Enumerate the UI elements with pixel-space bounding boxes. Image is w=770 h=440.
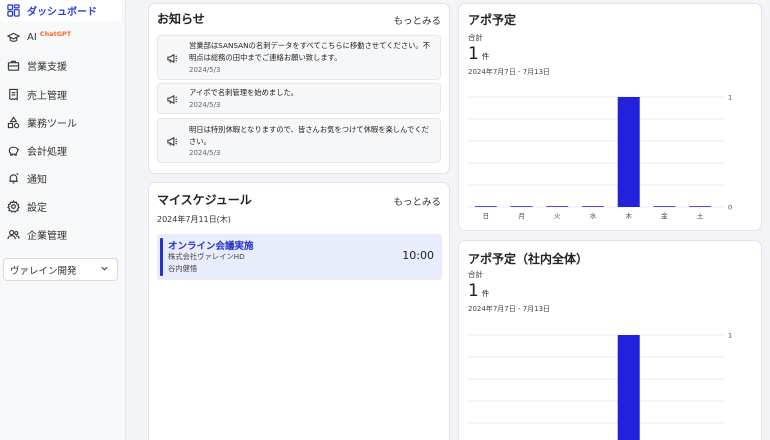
appo-card: アポ予定 合計 1件 2024年7月7日 - 7月13日 01日月火水木金土 <box>458 3 762 231</box>
company-select-value: ヴァレイン開発 <box>10 265 77 277</box>
bell-icon <box>6 171 20 185</box>
shapes-icon <box>6 115 20 129</box>
sidebar-item-business-tools[interactable]: 業務ツール <box>0 111 122 133</box>
sidebar-item-label: 通知 <box>27 174 47 186</box>
piggy-bank-icon <box>6 143 20 157</box>
notice-text: アイポで名刺管理を始めました。 <box>189 88 299 97</box>
sidebar-item-label: 企業管理 <box>27 230 67 242</box>
sidebar-item-label: 業務ツール <box>27 118 77 130</box>
chevron-down-icon <box>100 264 109 276</box>
event-accent-bar <box>160 238 163 276</box>
chart-bar <box>582 206 604 207</box>
appo-chart: 0 1 日 月 火 水 木 金 土 <box>468 94 732 220</box>
sidebar-item-label: 営業支援 <box>27 61 67 73</box>
sidebar-item-label: AI <box>27 31 37 43</box>
notice-text: 営業部はSANSANの名刺データをすべてこちらに移動させてください。不明点は総務… <box>189 41 431 62</box>
chart-y-tick-label: 0 <box>728 204 732 212</box>
chart-x-tick-label: 金 <box>661 211 668 220</box>
chart-x-tick-label: 土 <box>697 211 704 220</box>
chart-x-tick-label: 水 <box>590 211 597 220</box>
notice-item[interactable]: アイポで名刺管理を始めました。 2024/5/3 <box>157 83 441 114</box>
chart-x-tick-label: 火 <box>554 212 561 220</box>
notice-item[interactable]: 明日は特別休暇となりますので、皆さんお気をつけて休暇を楽しんでください。 202… <box>157 118 441 163</box>
chart-bar <box>653 206 676 207</box>
event-title: オンライン会議実施 <box>168 241 254 252</box>
graduation-cap-icon <box>6 30 20 44</box>
gear-icon <box>6 199 20 213</box>
appo-all-card: アポ予定（社内全体） 合計 1件 2024年7月7日 - 7月13日 1 <box>458 240 762 440</box>
receipt-icon <box>6 87 20 101</box>
sidebar-item-dashboard[interactable]: ダッシュボード <box>0 0 122 22</box>
notice-date: 2024/5/3 <box>189 66 221 74</box>
chart-x-tick-label: 日 <box>483 212 490 220</box>
sidebar-item-notifications[interactable]: 通知 <box>0 167 122 189</box>
chart-x-tick-label: 月 <box>518 212 525 220</box>
sidebar-item-sales-support[interactable]: 営業支援 <box>0 54 122 76</box>
megaphone-icon <box>164 50 180 66</box>
notices-title: お知らせ <box>157 12 205 26</box>
notices-more-link[interactable]: もっとみる <box>393 13 441 27</box>
users-icon <box>6 227 20 241</box>
sidebar-item-label: ダッシュボード <box>27 6 97 18</box>
notice-item[interactable]: 営業部はSANSANの名刺データをすべてこちらに移動させてください。不明点は総務… <box>157 35 441 80</box>
sidebar-item-label: 会計処理 <box>27 146 67 158</box>
sidebar-item-label: 設定 <box>27 202 47 214</box>
megaphone-icon <box>164 91 180 107</box>
chart-bar <box>617 335 640 440</box>
notice-date: 2024/5/3 <box>189 101 221 109</box>
chart-bar <box>689 206 712 207</box>
schedule-event[interactable]: オンライン会議実施 株式会社ヴァレインHD 谷内健悟 10:00 <box>157 234 442 280</box>
schedule-date: 2024年7月11日(木) <box>157 215 231 224</box>
chart-bar <box>474 206 497 207</box>
sidebar-item-settings[interactable]: 設定 <box>0 195 122 217</box>
chart-bar <box>510 206 533 207</box>
sidebar-item-accounting[interactable]: 会計処理 <box>0 139 122 161</box>
megaphone-icon <box>164 133 180 149</box>
chart-y-tick-label: 1 <box>728 332 732 340</box>
event-time: 10:00 <box>402 249 434 262</box>
schedule-more-link[interactable]: もっとみる <box>393 194 441 208</box>
schedule-card: マイスケジュール もっとみる 2024年7月11日(木) オンライン会議実施 株… <box>148 182 450 440</box>
event-company: 株式会社ヴァレインHD <box>168 252 245 261</box>
event-person: 谷内健悟 <box>168 264 198 273</box>
chart-x-tick-label: 木 <box>625 211 632 220</box>
notices-card: お知らせ もっとみる 営業部はSANSANの名刺データをすべてこちらに移動させて… <box>148 3 450 174</box>
sidebar-item-ai[interactable]: AI ChatGPT <box>0 26 122 48</box>
company-select[interactable]: ヴァレイン開発 <box>3 258 118 281</box>
notice-text: 明日は特別休暇となりますので、皆さんお気をつけて休暇を楽しんでください。 <box>189 125 429 146</box>
appo-all-chart: 1 <box>468 332 732 440</box>
chatgpt-badge: ChatGPT <box>39 30 72 38</box>
briefcase-icon <box>6 58 20 72</box>
sidebar-item-sales-management[interactable]: 売上管理 <box>0 83 122 105</box>
dashboard-icon <box>6 3 20 17</box>
chart-y-tick-label: 1 <box>728 94 732 102</box>
sidebar-item-label: 売上管理 <box>27 90 67 102</box>
schedule-title: マイスケジュール <box>157 193 252 207</box>
sidebar: ダッシュボード AI ChatGPT 営業支援 売上管理 業務ツール 会計処理 <box>0 0 126 440</box>
sidebar-item-company-management[interactable]: 企業管理 <box>0 223 122 245</box>
chart-bar <box>617 97 640 207</box>
chart-bar <box>546 206 569 207</box>
notice-date: 2024/5/3 <box>189 149 221 157</box>
